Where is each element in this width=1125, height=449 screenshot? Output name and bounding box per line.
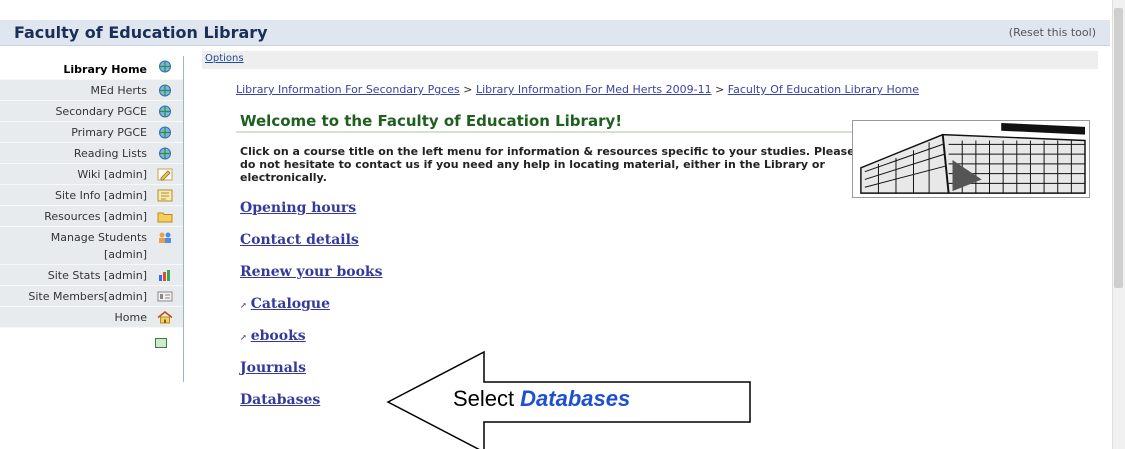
sidebar-footer — [0, 328, 183, 358]
sidebar-item-label: Resources [admin] — [44, 209, 147, 223]
contact-details-link[interactable]: Contact details — [240, 232, 359, 248]
house-icon — [157, 311, 173, 324]
folder-icon — [157, 212, 173, 223]
reset-tool-link[interactable]: (Reset this tool) — [1009, 26, 1096, 39]
globe-icon — [159, 60, 171, 73]
sidebar-item-primary-pgce[interactable]: Primary PGCE — [0, 122, 183, 143]
page-title: Faculty of Education Library — [14, 23, 268, 42]
options-link[interactable]: Options — [205, 53, 244, 64]
sidebar-item-manage-students[interactable]: Manage Students [admin] — [0, 227, 183, 265]
sidebar-item-site-stats[interactable]: Site Stats [admin] — [0, 265, 183, 286]
breadcrumb-link[interactable]: Library Information For Med Herts 2009-1… — [476, 83, 712, 96]
sidebar-item-wiki[interactable]: Wiki [admin] — [0, 164, 183, 185]
top-strip — [0, 0, 1125, 20]
breadcrumb-separator: > — [715, 83, 725, 96]
ebooks-link[interactable]: ↗ ebooks — [240, 328, 306, 344]
external-link-icon: ↗ — [240, 300, 247, 310]
sidebar-item-label: Secondary PGCE — [55, 104, 147, 118]
sidebar-item-label: Site Stats [admin] — [47, 268, 147, 282]
collapse-menu-icon[interactable] — [155, 338, 167, 348]
welcome-heading: Welcome to the Faculty of Education Libr… — [240, 112, 623, 130]
sidebar-item-label: MEd Herts — [90, 83, 147, 97]
sidebar-item-secondary-pgce[interactable]: Secondary PGCE — [0, 101, 183, 122]
heading-divider — [236, 131, 886, 133]
breadcrumb-separator: > — [463, 83, 473, 96]
globe-icon — [159, 126, 171, 139]
info-icon — [157, 189, 173, 202]
sidebar-item-label: Site Members[admin] — [28, 289, 147, 303]
sidebar-item-label: Reading Lists — [73, 146, 147, 160]
sidebar-nav: Library Home MEd Herts Secondary PGCE Pr… — [0, 56, 184, 382]
globe-icon — [159, 84, 171, 97]
scrollbar-thumb[interactable] — [1114, 8, 1123, 288]
pencil-icon — [157, 168, 173, 181]
sidebar-item-site-members[interactable]: Site Members[admin] — [0, 286, 183, 307]
sidebar-item-label: Site Info [admin] — [55, 188, 147, 202]
intro-text: Click on a course title on the left menu… — [240, 145, 855, 184]
external-link-icon: ↗ — [240, 332, 247, 342]
sidebar-item-label: Home — [114, 310, 147, 324]
sidebar-item-label: Wiki [admin] — [77, 167, 147, 181]
sidebar-item-label: Manage Students [admin] — [50, 231, 147, 261]
sidebar-item-med-herts[interactable]: MEd Herts — [0, 80, 183, 101]
sidebar-item-label: Library Home — [63, 62, 147, 76]
sidebar-item-library-home[interactable]: Library Home — [0, 56, 183, 80]
globe-icon — [159, 147, 171, 160]
bar-chart-icon — [159, 270, 170, 281]
callout-emphasis: Databases — [520, 386, 631, 411]
sidebar-item-reading-lists[interactable]: Reading Lists — [0, 143, 183, 164]
globe-icon — [159, 105, 171, 118]
catalogue-link[interactable]: ↗ Catalogue — [240, 296, 330, 312]
databases-link[interactable]: Databases — [240, 392, 320, 408]
journals-link[interactable]: Journals — [240, 360, 306, 376]
sidebar-item-home[interactable]: Home — [0, 307, 183, 328]
sidebar-item-label: Primary PGCE — [71, 125, 147, 139]
sidebar-item-site-info[interactable]: Site Info [admin] — [0, 185, 183, 206]
tool-title-bar: Faculty of Education Library (Reset this… — [0, 20, 1110, 46]
opening-hours-link[interactable]: Opening hours — [240, 200, 356, 216]
breadcrumb-link[interactable]: Library Information For Secondary Pgces — [236, 83, 460, 96]
breadcrumb-link[interactable]: Faculty Of Education Library Home — [728, 83, 919, 96]
breadcrumb: Library Information For Secondary Pgces … — [236, 83, 919, 96]
sidebar-item-resources[interactable]: Resources [admin] — [0, 206, 183, 227]
callout-label: Select Databases — [453, 386, 631, 411]
library-building-image — [852, 120, 1090, 198]
options-bar: Options — [202, 51, 1098, 69]
renew-books-link[interactable]: Renew your books — [240, 264, 383, 280]
members-icon — [157, 291, 173, 302]
users-icon — [159, 232, 171, 243]
